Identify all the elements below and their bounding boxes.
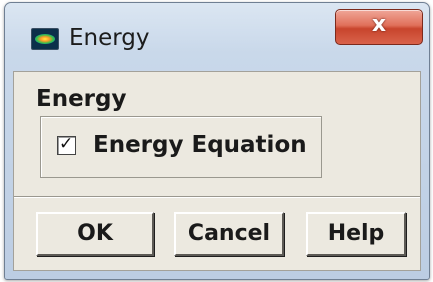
button-separator	[14, 196, 420, 198]
close-icon: x	[371, 12, 387, 37]
app-icon	[31, 28, 59, 50]
energy-group-box: ✓ Energy Equation	[40, 116, 322, 178]
cancel-button[interactable]: Cancel	[174, 212, 284, 256]
checkmark-icon: ✓	[59, 134, 74, 154]
ok-button[interactable]: OK	[36, 212, 154, 256]
energy-dialog-window: Energy x Energy ✓ Energy Equation OK Can…	[4, 2, 430, 280]
energy-equation-checkbox[interactable]: ✓	[57, 134, 76, 155]
contour-blob-icon	[35, 34, 55, 44]
group-label-energy: Energy	[36, 86, 127, 112]
help-button[interactable]: Help	[306, 212, 406, 256]
title-bar[interactable]: Energy x	[5, 3, 429, 69]
window-title: Energy	[69, 25, 150, 51]
dialog-body: Energy ✓ Energy Equation OK Cancel Help	[13, 71, 421, 271]
energy-equation-label[interactable]: Energy Equation	[93, 132, 307, 158]
close-button[interactable]: x	[335, 9, 423, 45]
